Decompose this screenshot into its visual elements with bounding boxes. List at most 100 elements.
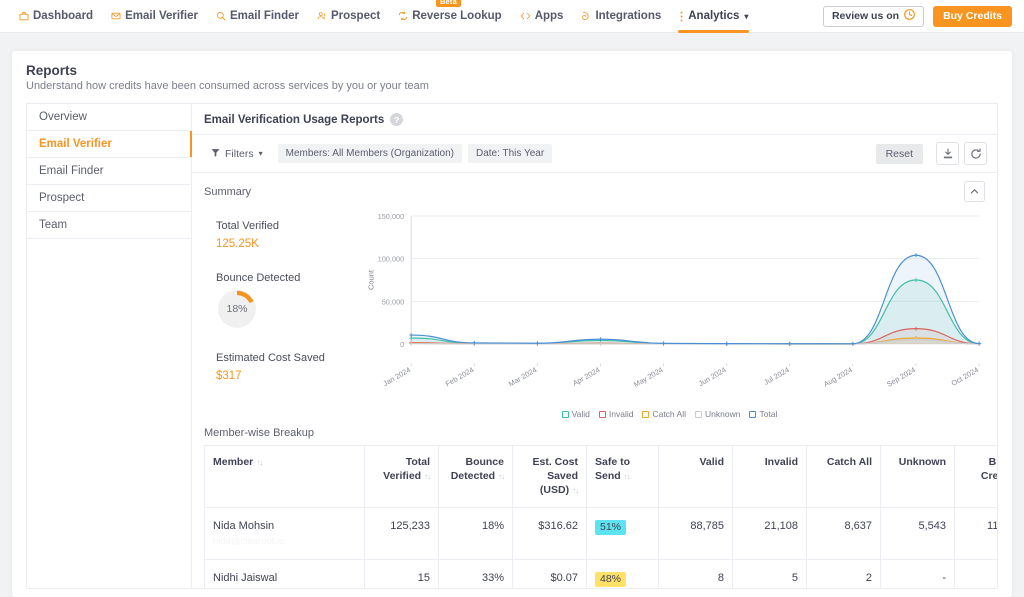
legend-swatch <box>599 411 606 418</box>
svg-text:50,000: 50,000 <box>382 297 405 306</box>
nav-item-dashboard[interactable]: Dashboard <box>10 0 102 33</box>
cell-billable-credits: 15 <box>955 559 998 588</box>
legend-item-unknown[interactable]: Unknown <box>695 409 740 419</box>
svg-text:May 2024: May 2024 <box>632 365 665 389</box>
chevron-up-icon[interactable] <box>964 181 985 202</box>
legend-swatch <box>562 411 569 418</box>
legend-item-valid[interactable]: Valid <box>562 409 590 419</box>
reset-button[interactable]: Reset <box>876 144 923 164</box>
help-icon[interactable]: ? <box>390 113 403 126</box>
cell-valid: 88,785 <box>659 507 733 559</box>
table-header-label: Valid <box>699 456 724 468</box>
sidebar-item-team[interactable]: Team <box>27 212 191 239</box>
legend-item-total[interactable]: Total <box>749 409 777 419</box>
cell-est-cost-saved: $316.62 <box>513 507 587 559</box>
sort-icon[interactable]: ↑↓ <box>572 486 578 495</box>
table-header-label: Catch All <box>827 456 872 468</box>
filters-label: Filters <box>225 148 254 160</box>
reports-body: OverviewEmail VerifierEmail Finder Prospe… <box>26 103 998 589</box>
legend-swatch <box>695 411 702 418</box>
sort-icon[interactable]: ↑↓ <box>424 472 430 481</box>
sort-icon[interactable]: ↑↓ <box>624 472 630 481</box>
cell-billable-credits: 118,499 <box>955 507 998 559</box>
legend-swatch <box>749 411 756 418</box>
nav-item-email-verifier[interactable]: Email Verifier <box>102 0 207 33</box>
buy-credits-button[interactable]: Buy Credits <box>933 6 1012 27</box>
legend-label: Unknown <box>705 409 740 419</box>
table-row[interactable]: Nidhi Jaiswalnidhi@clearout.io1533%$0.07… <box>205 559 998 588</box>
svg-text:0: 0 <box>400 340 404 349</box>
stat-estimated-cost-saved: Estimated Cost Saved$317 <box>216 352 354 382</box>
table-header-label: Member <box>213 456 253 468</box>
table-header-label: Unknown <box>899 456 946 468</box>
table-header-est-cost-saved-usd[interactable]: Est. Cost Saved (USD) ↑↓ <box>513 446 587 508</box>
plug-icon <box>581 11 591 21</box>
nav-item-email-finder[interactable]: Email Finder <box>207 0 308 33</box>
chart-x-axis: Jan 2024Feb 2024Mar 2024Apr 2024May 2024… <box>354 363 985 403</box>
table-header-bounce-detected[interactable]: Bounce Detected ↑↓ <box>439 446 513 508</box>
sidebar-filler <box>27 239 191 266</box>
filter-chip-date[interactable]: Date: This Year <box>468 144 552 163</box>
sort-icon[interactable]: ↑↓ <box>256 458 262 467</box>
table-header-member[interactable]: Member ↑↓ <box>205 446 365 508</box>
cell-invalid: 21,108 <box>733 507 807 559</box>
nav-item-label: Email Verifier <box>125 10 198 22</box>
nav-item-label: Email Finder <box>230 10 299 22</box>
svg-text:Count: Count <box>367 269 376 290</box>
svg-text:Sep 2024: Sep 2024 <box>885 365 917 389</box>
table-header-row: Member ↑↓Total Verified ↑↓Bounce Detecte… <box>205 446 998 508</box>
chevron-down-icon: ▾ <box>744 12 748 21</box>
table-header-billable-credits[interactable]: Billable Credits ↑↓ <box>955 446 998 508</box>
sidebar-item-prospect[interactable]: Prospect <box>27 185 191 212</box>
svg-text:Aug 2024: Aug 2024 <box>822 365 854 389</box>
sidebar-item-email-finder[interactable]: Email Finder <box>27 158 191 185</box>
nav-item-prospect[interactable]: Prospect <box>308 0 389 33</box>
table-header-total-verified[interactable]: Total Verified ↑↓ <box>365 446 439 508</box>
nav-item-apps[interactable]: Apps <box>511 0 573 33</box>
table-header-invalid: Invalid <box>733 446 807 508</box>
chart-canvas: 050,000100,000150,000Count <box>354 208 985 358</box>
cell-est-cost-saved: $0.07 <box>513 559 587 588</box>
review-us-button[interactable]: Review us on <box>823 6 924 27</box>
stat-value: $317 <box>216 370 354 382</box>
cell-unknown: 5,543 <box>881 507 955 559</box>
page-title: Reports <box>26 63 998 78</box>
page-subtitle: Understand how credits have been consume… <box>26 80 998 92</box>
refresh-icon[interactable] <box>964 142 987 165</box>
svg-text:100,000: 100,000 <box>378 255 405 264</box>
sort-icon[interactable]: ↑↓ <box>498 472 504 481</box>
cell-safe-to-send: 48% <box>587 559 659 588</box>
member-breakup-table: Member ↑↓Total Verified ↑↓Bounce Detecte… <box>204 445 997 588</box>
safe-to-send-badge: 48% <box>595 572 626 587</box>
cell-valid: 8 <box>659 559 733 588</box>
panel-title: Email Verification Usage Reports <box>204 114 384 126</box>
bounce-donut-chart: 18% <box>216 288 258 330</box>
nav-item-label: Apps <box>535 10 564 22</box>
filter-chip-members[interactable]: Members: All Members (Organization) <box>278 144 462 163</box>
beta-badge: Beta <box>436 0 461 7</box>
nav-item-integrations[interactable]: Integrations <box>572 0 670 33</box>
nav-item-label: Integrations <box>595 10 661 22</box>
nav-item-reverse-lookup[interactable]: Reverse LookupBeta <box>389 0 510 33</box>
cell-catch-all: 2 <box>807 559 881 588</box>
sidebar-item-email-verifier[interactable]: Email Verifier <box>27 131 191 158</box>
table-row[interactable]: Nida Mohsinnida@clearout.io125,23318%$31… <box>205 507 998 559</box>
legend-item-catch-all[interactable]: Catch All <box>642 409 686 419</box>
legend-item-invalid[interactable]: Invalid <box>599 409 634 419</box>
cell-total-verified: 15 <box>365 559 439 588</box>
active-underline <box>678 30 749 33</box>
table-header-safe-to-send[interactable]: Safe to Send ↑↓ <box>587 446 659 508</box>
nav-item-analytics[interactable]: Analytics▾ <box>670 0 757 33</box>
svg-text:Jun 2024: Jun 2024 <box>697 365 728 388</box>
filters-button[interactable]: Filters ▾ <box>202 144 272 164</box>
legend-label: Valid <box>572 409 590 419</box>
sidebar-item-label: Prospect <box>39 192 84 204</box>
cell-bounce-detected: 33% <box>439 559 513 588</box>
table-header-label: Bounce Detected <box>451 456 504 482</box>
nav-item-label: Dashboard <box>33 10 93 22</box>
reports-panel: Email Verification Usage Reports ? Filte… <box>191 103 998 589</box>
chart-legend: Valid Invalid Catch All Unknown Total <box>354 409 985 419</box>
download-icon[interactable] <box>936 142 959 165</box>
sidebar-item-overview[interactable]: Overview <box>27 104 191 131</box>
refresh-icon <box>398 11 408 21</box>
